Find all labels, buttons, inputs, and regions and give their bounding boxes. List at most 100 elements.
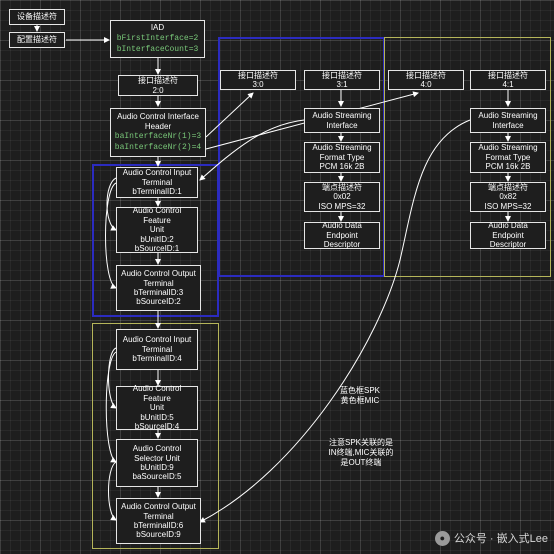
if31-line-1: 接口描述符 (322, 70, 362, 80)
interface-3-0-box: 接口描述符 3:0 (220, 70, 296, 90)
ep41-line-1: 端点描述符 (488, 182, 528, 192)
iad-title: IAD (150, 23, 165, 33)
if40-line-1: 接口描述符 (406, 70, 446, 80)
feature-unit-2-box: Audio Control Feature Unit bUnitID:2 bSo… (116, 206, 198, 254)
watermark: ● 公众号 · 嵌入式Lee (434, 530, 548, 546)
iad-interface-count: bInterfaceCount=3 (116, 44, 199, 54)
ac-header-box: Audio Control Interface Header baInterfa… (110, 108, 206, 157)
as41-line-1: Audio Streaming (478, 111, 538, 121)
data-endpoint-4-1-box: Audio Data Endpoint Descriptor (470, 221, 546, 250)
fmt31-line-1: Audio Streaming (312, 143, 372, 153)
edge-su9-ot6-bypass (108, 461, 117, 521)
fu5-line-1: Audio Control Feature (132, 384, 182, 403)
it1-line-2: Terminal (141, 177, 173, 187)
legend-blue-spk: 蓝色框SPK (339, 386, 380, 395)
ac-header-interface-nr-1: baInterfaceNr(1)=3 (114, 131, 202, 141)
output-terminal-6-box: Audio Control Output Terminal bTerminalI… (116, 498, 201, 544)
edge-as31-to-it1 (199, 119, 305, 181)
selector-unit-9-box: Audio Control Selector Unit bUnitID:9 ba… (116, 439, 198, 487)
fmt41-line-2: Format Type (485, 152, 531, 162)
if20-line-1: 接口描述符 (138, 76, 178, 86)
ot3-line-3: bTerminalID:3 (133, 288, 184, 297)
ot6-line-1: Audio Control Output (121, 502, 196, 512)
ot6-line-2: Terminal (143, 511, 174, 521)
su9-line-3: bUnitID:9 (140, 463, 174, 472)
ep31-line-3: ISO MPS=32 (318, 201, 366, 211)
as-interface-3-1-box: Audio Streaming Interface (304, 108, 380, 133)
fu5-line-3: bUnitID:5 (140, 412, 174, 422)
su9-line-4: baSourceID:5 (132, 472, 182, 482)
if30-line-1: 接口描述符 (238, 70, 278, 80)
if30-line-2: 3:0 (252, 80, 264, 89)
iad-box: IAD bFirstInterface=2 bInterfaceCount=3 (110, 20, 205, 58)
adep31-line-2: Descriptor (323, 240, 361, 250)
if41-line-1: 接口描述符 (488, 70, 528, 80)
input-terminal-4-box: Audio Control Input Terminal bTerminalID… (116, 329, 198, 370)
adep41-line-2: Descriptor (489, 240, 527, 250)
if41-line-2: 4:1 (502, 80, 514, 89)
ot3-line-4: bSourceID:2 (136, 297, 181, 307)
legend-note: 蓝色框SPK 黄色框MIC (328, 386, 392, 406)
adep31-line-1: Audio Data Endpoint (322, 221, 362, 240)
fu2-line-3: bUnitID:2 (140, 234, 174, 244)
if40-line-2: 4:0 (420, 80, 432, 89)
fmt41-line-1: Audio Streaming (478, 143, 538, 153)
format-type-3-1-box: Audio Streaming Format Type PCM 16k 2B (304, 142, 380, 173)
su9-line-1: Audio Control (132, 444, 182, 454)
if20-line-2: 2:0 (152, 85, 164, 95)
edge-it1-fu2-bypass (106, 177, 117, 231)
endpoint-4-1-box: 端点描述符 0x82 ISO MPS=32 (470, 182, 546, 212)
ep41-line-2: 0x82 (499, 192, 517, 202)
remark-line-1: 注意SPK关联的是 (328, 438, 393, 447)
it1-line-3: bTerminalID:1 (132, 187, 182, 197)
it4-line-3: bTerminalID:4 (132, 354, 182, 364)
fu2-line-4: bSourceID:1 (134, 244, 180, 254)
interface-4-1-box: 接口描述符 4:1 (470, 70, 546, 90)
fu2-line-1: Audio Control Feature (132, 206, 182, 225)
as41-line-2: Interface (492, 120, 524, 130)
it4-line-1: Audio Control Input (122, 335, 192, 345)
edge-header-to-if30 (205, 92, 254, 138)
fmt31-line-3: PCM 16k 2B (319, 162, 365, 172)
fu2-line-2: Unit (149, 225, 165, 235)
legend-yellow-mic: 黄色框MIC (340, 396, 380, 405)
watermark-text: 公众号 · 嵌入式Lee (453, 533, 548, 545)
device-descriptor-label: 设备描述符 (17, 12, 57, 22)
ot6-line-4: bSourceID:9 (136, 530, 181, 540)
as31-line-1: Audio Streaming (312, 111, 372, 121)
remark-line-3: 是OUT终端 (340, 458, 382, 467)
data-endpoint-3-1-box: Audio Data Endpoint Descriptor (304, 221, 380, 250)
config-descriptor-label: 配置描述符 (17, 35, 57, 45)
ac-header-line-1: Audio Control Interface (117, 112, 199, 122)
ot3-line-2: Terminal (143, 278, 174, 288)
ep31-line-2: 0x02 (333, 192, 351, 202)
ot3-line-1: Audio Control Output (121, 269, 196, 279)
interface-2-0-box: 接口描述符 2:0 (118, 75, 198, 96)
iad-first-interface: bFirstInterface=2 (116, 33, 199, 43)
config-descriptor-box: 配置描述符 (9, 32, 65, 48)
fu5-line-2: Unit (149, 403, 165, 413)
wechat-icon: ● (434, 530, 450, 546)
fmt41-line-3: PCM 16k 2B (485, 162, 531, 172)
fu5-line-4: bSourceID:4 (134, 422, 180, 432)
fmt31-line-2: Format Type (319, 152, 365, 162)
it4-line-2: Terminal (141, 344, 173, 354)
interface-4-0-box: 接口描述符 4:0 (388, 70, 464, 90)
su9-line-2: Selector Unit (134, 453, 180, 463)
feature-unit-5-box: Audio Control Feature Unit bUnitID:5 bSo… (116, 384, 198, 432)
ep31-line-1: 端点描述符 (322, 182, 362, 192)
interface-3-1-box: 接口描述符 3:1 (304, 70, 380, 90)
endpoint-3-1-box: 端点描述符 0x02 ISO MPS=32 (304, 182, 380, 212)
as31-line-2: Interface (326, 120, 358, 130)
format-type-4-1-box: Audio Streaming Format Type PCM 16k 2B (470, 142, 546, 173)
remark-note: 注意SPK关联的是 IN终端,MIC关联的 是OUT终端 (318, 438, 404, 468)
remark-line-2: IN终端,MIC关联的 (328, 448, 394, 457)
ot6-line-3: bTerminalID:6 (133, 521, 184, 530)
output-terminal-3-box: Audio Control Output Terminal bTerminalI… (116, 265, 201, 311)
if31-line-2: 3:1 (336, 80, 348, 89)
ac-header-interface-nr-2: baInterfaceNr(2)=4 (114, 142, 202, 152)
as-interface-4-1-box: Audio Streaming Interface (470, 108, 546, 133)
input-terminal-1-box: Audio Control Input Terminal bTerminalID… (116, 167, 198, 198)
it1-line-1: Audio Control Input (122, 168, 192, 178)
ep41-line-3: ISO MPS=32 (484, 201, 532, 211)
